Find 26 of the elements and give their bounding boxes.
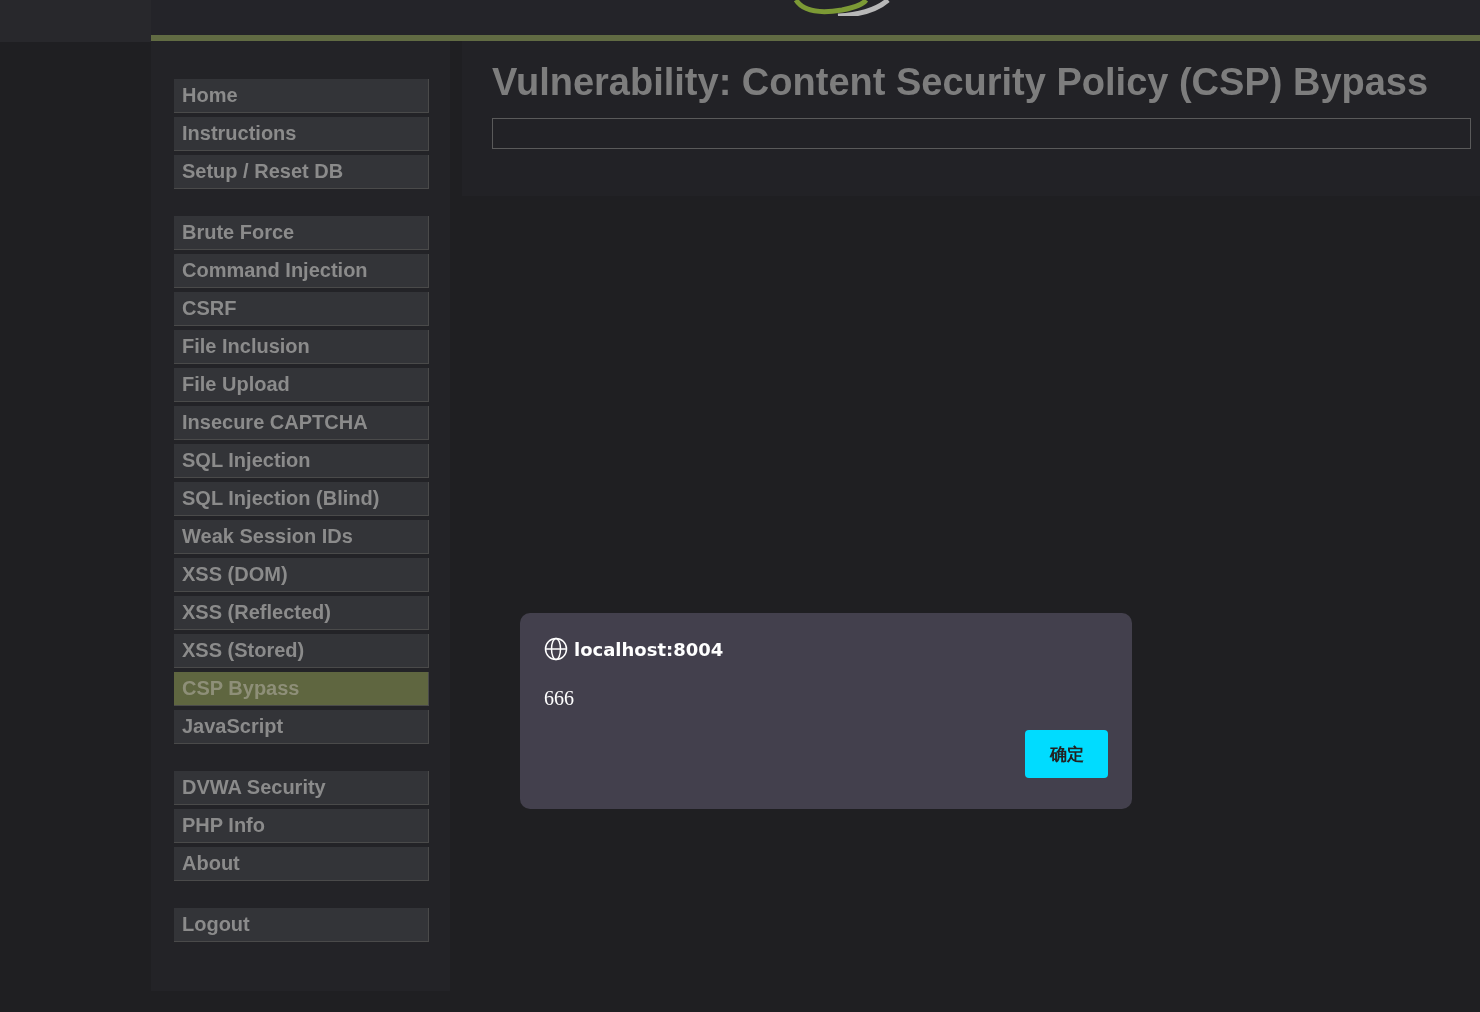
menu-item[interactable]: CSP Bypass <box>174 672 429 706</box>
globe-icon <box>544 637 568 661</box>
page-title: Vulnerability: Content Security Policy (CSP) Bypass <box>492 61 1430 104</box>
ok-button[interactable]: 确定 <box>1025 730 1108 778</box>
menu-item[interactable]: About <box>174 847 429 881</box>
menu-item[interactable]: Insecure CAPTCHA <box>174 406 429 440</box>
dialog-origin: localhost:8004 <box>574 638 724 660</box>
dialog-message: 666 <box>544 687 575 710</box>
menu-item[interactable]: Setup / Reset DB <box>174 155 429 189</box>
menu-item[interactable]: JavaScript <box>174 710 429 744</box>
menu-item[interactable]: XSS (Reflected) <box>174 596 429 630</box>
menu-item[interactable]: CSRF <box>174 292 429 326</box>
menu-item[interactable]: XSS (DOM) <box>174 558 429 592</box>
menu-item[interactable]: XSS (Stored) <box>174 634 429 668</box>
menu-item[interactable]: Command Injection <box>174 254 429 288</box>
menu-item[interactable]: SQL Injection <box>174 444 429 478</box>
menu-item[interactable]: Weak Session IDs <box>174 520 429 554</box>
menu-item[interactable]: File Upload <box>174 368 429 402</box>
menu-item[interactable]: Instructions <box>174 117 429 151</box>
menu-item[interactable]: Logout <box>174 908 429 942</box>
menu-item[interactable]: SQL Injection (Blind) <box>174 482 429 516</box>
menu-item[interactable]: Home <box>174 79 429 113</box>
menu-item[interactable]: File Inclusion <box>174 330 429 364</box>
menu-item[interactable]: Brute Force <box>174 216 429 250</box>
menu-item[interactable]: DVWA Security <box>174 771 429 805</box>
menu-item[interactable]: PHP Info <box>174 809 429 843</box>
